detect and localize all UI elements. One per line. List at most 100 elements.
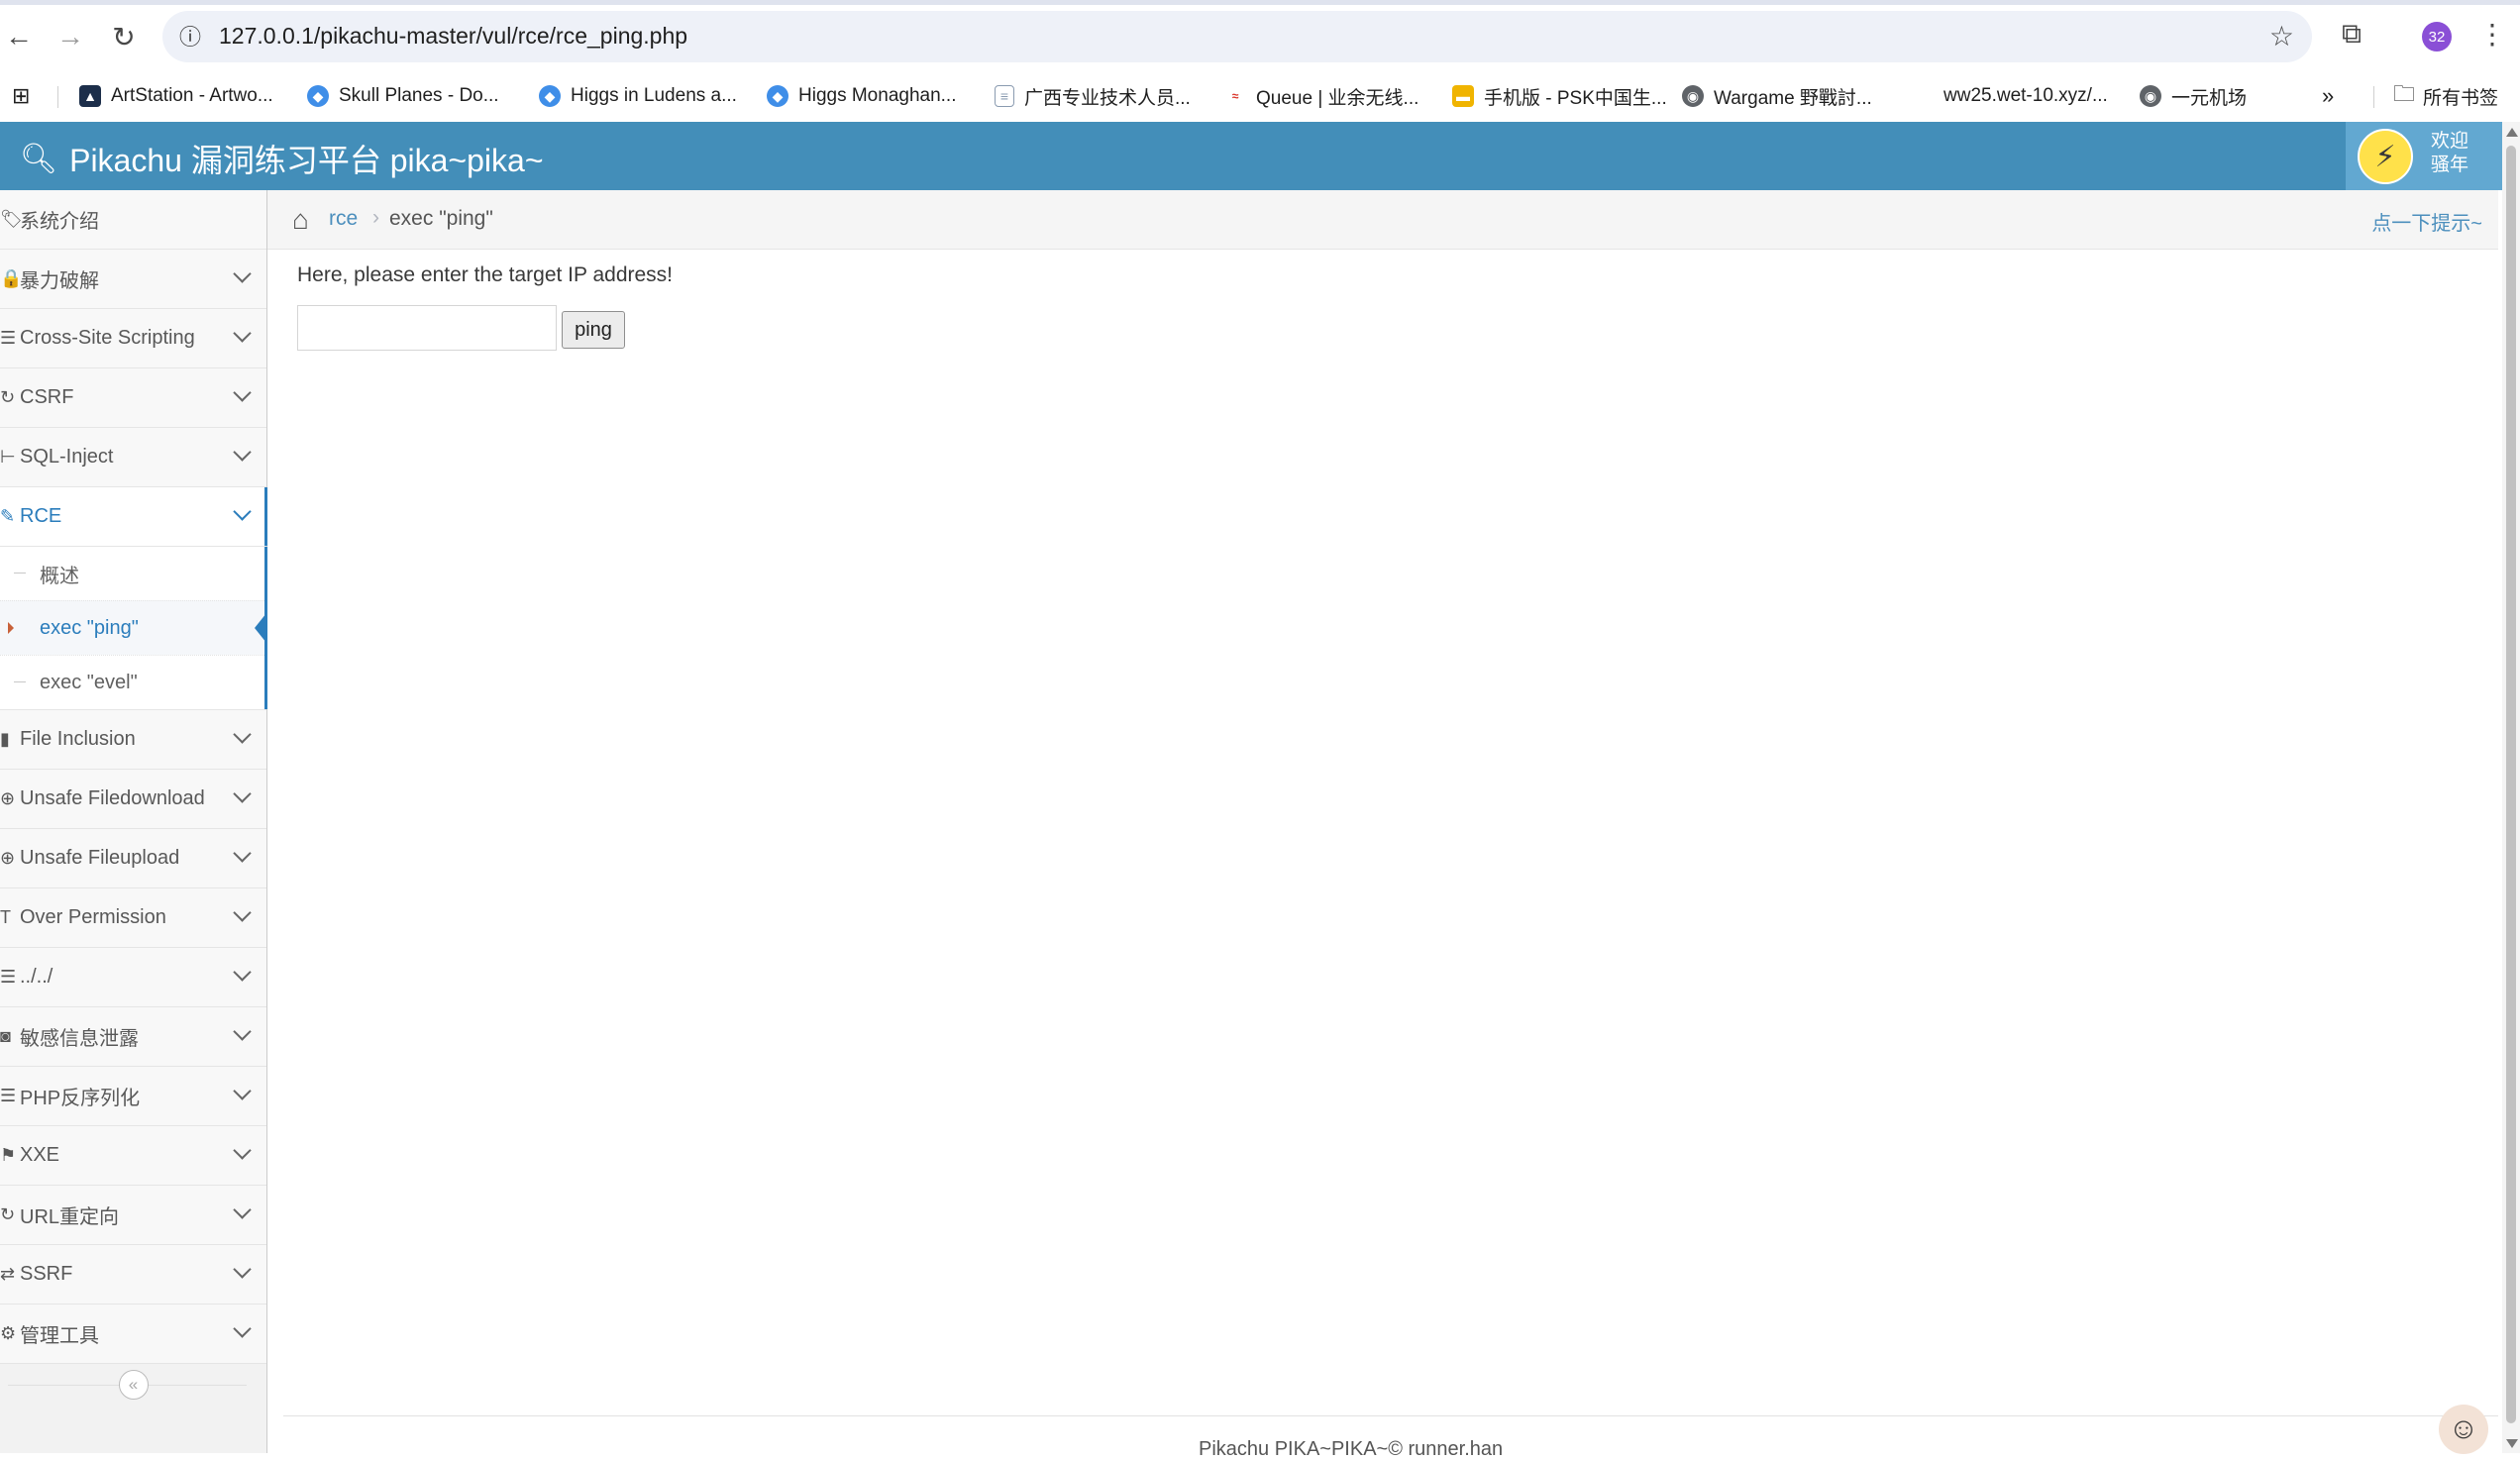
- sidebar-item-url-redirect[interactable]: ↻ URL重定向: [0, 1186, 266, 1245]
- address-url[interactable]: 127.0.0.1/pikachu-master/vul/rce/rce_pin…: [219, 23, 687, 50]
- sidebar-item-label: Unsafe Filedownload: [20, 787, 205, 809]
- ping-button[interactable]: ping: [562, 311, 625, 349]
- sidebar-item-directory-traversal[interactable]: ☰ ../../: [0, 948, 266, 1007]
- chevron-down-icon: [233, 1200, 252, 1219]
- extensions-icon[interactable]: ⧉: [2342, 18, 2362, 51]
- tree-dash: [14, 573, 26, 574]
- bookmark-item[interactable]: ◉ 一元机场: [2140, 80, 2247, 112]
- bookmarks-divider: [57, 86, 58, 108]
- sidebar-item-label: SSRF: [20, 1263, 73, 1285]
- footer-text: Pikachu PIKA~PIKA~© runner.han: [1199, 1438, 1504, 1460]
- collapse-double-chevron-icon[interactable]: «: [118, 1370, 149, 1400]
- bookmark-label: 广西专业技术人员...: [1024, 87, 1191, 109]
- sidebar-item-label: CSRF: [20, 386, 74, 408]
- forward-arrow-icon[interactable]: →: [53, 20, 87, 53]
- bookmark-item[interactable]: ≈ Queue | 业余无线...: [1224, 80, 1419, 112]
- sidebar-item-label: Cross-Site Scripting: [20, 327, 195, 349]
- sidebar-item-over-permission[interactable]: T Over Permission: [0, 888, 266, 948]
- more-bookmarks-chevron-icon[interactable]: »: [2322, 80, 2334, 112]
- address-bar[interactable]: ⓘ 127.0.0.1/pikachu-master/vul/rce/rce_p…: [162, 11, 2312, 62]
- sidebar-item-xss[interactable]: ☰ Cross-Site Scripting: [0, 309, 266, 368]
- camera-icon: ◙: [0, 1026, 11, 1046]
- sidebar-item-unsafe-filedownload[interactable]: ⊕ Unsafe Filedownload: [0, 770, 266, 829]
- bookmark-item[interactable]: ◉ Wargame 野戰討...: [1682, 80, 1872, 112]
- all-bookmarks-folder[interactable]: 🗀 所有书签: [2393, 80, 2498, 112]
- scrollbar-thumb[interactable]: [2506, 146, 2516, 1423]
- bookmarks-bar: ⊞ ▲ ArtStation - Artwo... ◆ Skull Planes -…: [0, 72, 2520, 122]
- gear-icon: ⚙: [0, 1323, 17, 1343]
- sidebar-item-file-inclusion[interactable]: ▮ File Inclusion: [0, 710, 266, 770]
- chevron-down-icon: [233, 1141, 252, 1160]
- home-icon[interactable]: ⌂: [292, 204, 309, 236]
- queue-icon: ≈: [1231, 89, 1239, 103]
- submenu-item-overview[interactable]: 概述: [0, 547, 266, 600]
- wrench-icon: ⊢: [0, 447, 16, 467]
- sidebar-item-label: 暴力破解: [20, 270, 99, 292]
- folder-icon: 🗀: [2393, 81, 2416, 106]
- sidebar-item-ssrf[interactable]: ⇄ SSRF: [0, 1245, 266, 1304]
- sidebar-item-xxe[interactable]: ⚑ XXE: [0, 1126, 266, 1186]
- chevron-down-icon: [233, 324, 252, 343]
- sidebar: 🏷 系统介绍 🔒 暴力破解 ☰ Cross-Site Scripting ↻ C…: [0, 190, 267, 1453]
- bookmark-item[interactable]: ▬ 手机版 - PSK中国生...: [1452, 80, 1667, 112]
- browser-toolbar: ← → ↻ ⓘ 127.0.0.1/pikachu-master/vul/rce…: [0, 0, 2520, 72]
- pikachu-avatar: ⚡: [2358, 129, 2413, 184]
- list-icon: ☰: [0, 328, 17, 348]
- bookmark-item[interactable]: ▲ ArtStation - Artwo...: [79, 80, 273, 112]
- bookmark-item[interactable]: ◆ Higgs in Ludens a...: [539, 80, 737, 112]
- bookmark-star-icon[interactable]: ☆: [2269, 20, 2294, 52]
- chevron-down-icon: [233, 784, 252, 803]
- flag-icon: ⚑: [0, 1145, 17, 1165]
- sidebar-item-php-unserialize[interactable]: ☰ PHP反序列化: [0, 1067, 266, 1126]
- reload-icon[interactable]: ↻: [107, 20, 141, 53]
- chevron-down-icon: [233, 443, 252, 462]
- sidebar-item-label: XXE: [20, 1144, 60, 1166]
- profile-avatar[interactable]: 32: [2422, 22, 2452, 52]
- bookmark-item[interactable]: ◆ Higgs Monaghan...: [767, 80, 957, 112]
- sidebar-item-label: Unsafe Fileupload: [20, 847, 180, 869]
- globe-icon: ◉: [2140, 85, 2161, 107]
- chevron-down-icon: [233, 383, 252, 402]
- ip-address-input[interactable]: [297, 305, 557, 351]
- browser-menu-icon[interactable]: ⋮: [2478, 18, 2506, 51]
- apps-grid-icon[interactable]: ⊞: [12, 80, 30, 112]
- submenu-item-exec-ping[interactable]: exec "ping": [0, 600, 266, 655]
- bookmark-item[interactable]: ≡ 广西专业技术人员...: [995, 80, 1191, 112]
- sidebar-item-sql-inject[interactable]: ⊢ SQL-Inject: [0, 428, 266, 487]
- download-icon: ⊕: [0, 788, 16, 808]
- scroll-down-arrow-icon[interactable]: [2506, 1439, 2518, 1448]
- sidebar-item-label: Over Permission: [20, 906, 166, 928]
- assistant-avatar-icon[interactable]: ☺: [2439, 1405, 2488, 1454]
- app-title[interactable]: 🔍︎ Pikachu 漏洞练习平台 pika~pika~: [20, 136, 544, 181]
- bookmark-label: Higgs Monaghan...: [798, 85, 957, 106]
- page-scrollbar[interactable]: [2502, 122, 2520, 1453]
- chevron-down-icon: [233, 1260, 252, 1279]
- sidebar-item-admin-tools[interactable]: ⚙ 管理工具: [0, 1304, 266, 1364]
- refresh-icon: ↻: [0, 1204, 16, 1224]
- bookmark-item[interactable]: ◆ Skull Planes - Do...: [307, 80, 499, 112]
- chevron-down-icon: [233, 963, 252, 982]
- user-menu[interactable]: ⚡ 欢迎 骚年: [2346, 122, 2502, 190]
- breadcrumb-separator-icon: ›: [372, 206, 379, 229]
- sidebar-item-brute-force[interactable]: 🔒 暴力破解: [0, 250, 266, 309]
- site-info-icon[interactable]: ⓘ: [176, 22, 204, 50]
- sidebar-item-intro[interactable]: 🏷 系统介绍: [0, 190, 266, 250]
- chevron-down-icon: [233, 1022, 252, 1041]
- sidebar-item-info-leak[interactable]: ◙ 敏感信息泄露: [0, 1007, 266, 1067]
- sidebar-item-unsafe-fileupload[interactable]: ⊕ Unsafe Fileupload: [0, 829, 266, 888]
- sidebar-collapse: «: [0, 1364, 266, 1406]
- back-arrow-icon[interactable]: ←: [2, 20, 36, 53]
- bookmark-item[interactable]: ww25.wet-10.xyz/...: [1943, 80, 2108, 112]
- file-icon: ▮: [0, 729, 10, 749]
- sidebar-item-label: 系统介绍: [20, 211, 99, 233]
- hint-link[interactable]: 点一下提示~: [2371, 207, 2482, 236]
- app-header: 🔍︎ Pikachu 漏洞练习平台 pika~pika~ ⚡ 欢迎 骚年: [0, 122, 2520, 190]
- scroll-up-arrow-icon[interactable]: [2506, 128, 2518, 137]
- bookmark-label: 手机版 - PSK中国生...: [1484, 87, 1667, 109]
- breadcrumb-link-rce[interactable]: rce: [329, 207, 358, 231]
- rce-submenu: 概述 exec "ping" exec "evel": [0, 547, 267, 710]
- sidebar-item-rce[interactable]: ✎ RCE: [0, 487, 267, 547]
- submenu-item-label: exec "ping": [40, 616, 139, 639]
- submenu-item-exec-evel[interactable]: exec "evel": [0, 655, 266, 709]
- sidebar-item-csrf[interactable]: ↻ CSRF: [0, 368, 266, 428]
